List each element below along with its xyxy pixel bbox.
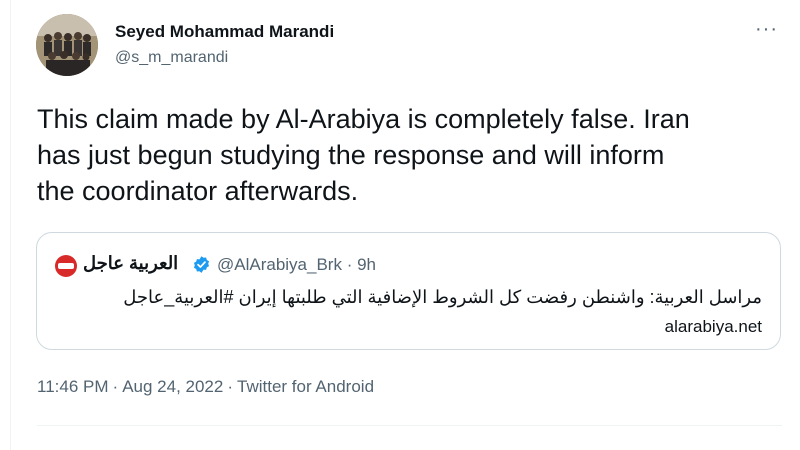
timeline-border: [10, 0, 11, 450]
tweet-text: This claim made by Al-Arabiya is complet…: [37, 104, 690, 206]
quoted-tweet-text: مراسل العربية: واشنطن رفضت كل الشروط الإ…: [123, 287, 762, 307]
divider: [37, 425, 782, 426]
separator: ·: [112, 377, 119, 396]
tweet-time[interactable]: 11:46 PM: [37, 377, 109, 396]
quoted-link[interactable]: alarabiya.net: [665, 317, 762, 337]
author-handle[interactable]: @s_m_marandi: [115, 49, 228, 67]
quoted-author-name: العربية عاجل: [83, 253, 179, 273]
quoted-tweet[interactable]: العربية عاجل @AlArabiya_Brk · 9h مراسل ا…: [36, 232, 781, 350]
quoted-author-handle: @AlArabiya_Brk · 9h: [217, 255, 376, 274]
tweet-date[interactable]: Aug 24, 2022: [122, 377, 223, 396]
avatar-photo: [36, 14, 98, 76]
more-horizontal-icon[interactable]: ···: [755, 18, 778, 41]
separator: ·: [227, 377, 234, 396]
tweet-source[interactable]: Twitter for Android: [237, 377, 374, 396]
author-name[interactable]: Seyed Mohammad Marandi: [115, 22, 334, 42]
tweet-metadata: 11:46 PM · Aug 24, 2022 · Twitter for Androi…: [37, 377, 374, 397]
al-arabiya-logo-icon: [55, 255, 77, 277]
verified-badge-icon: [193, 256, 210, 273]
avatar[interactable]: [36, 14, 98, 76]
